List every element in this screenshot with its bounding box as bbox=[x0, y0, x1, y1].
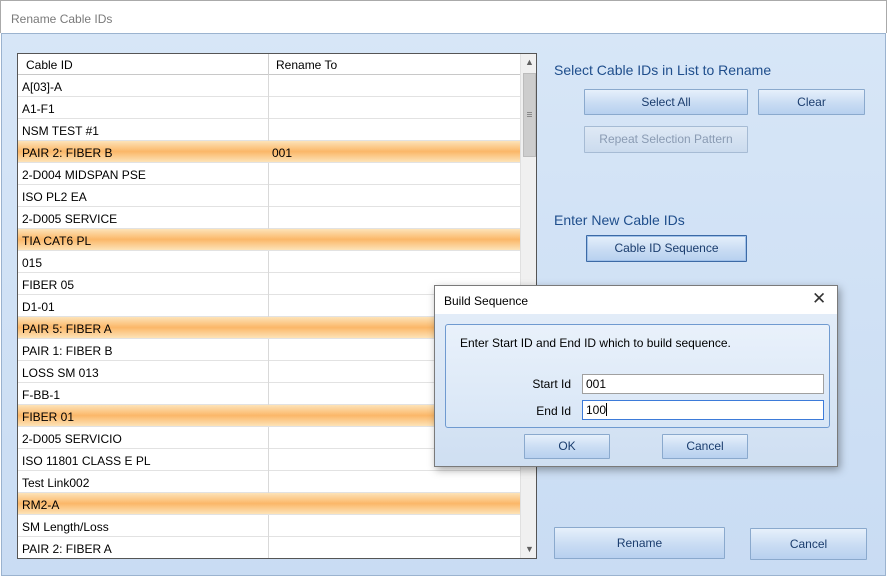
cell-divider bbox=[268, 383, 269, 405]
scroll-down-arrow-icon[interactable]: ▼ bbox=[521, 541, 536, 558]
enter-new-ids-label: Enter New Cable IDs bbox=[554, 212, 685, 228]
scroll-thumb[interactable] bbox=[523, 73, 536, 157]
cell-divider bbox=[268, 251, 269, 273]
cable-id-cell[interactable]: A[03]-A bbox=[22, 80, 62, 94]
cable-id-cell[interactable]: 2-D005 SERVICIO bbox=[22, 432, 122, 446]
cable-id-cell[interactable]: PAIR 2: FIBER B bbox=[22, 146, 112, 160]
table-row[interactable]: PAIR 2: FIBER A bbox=[18, 537, 520, 558]
cable-id-cell[interactable]: SM Length/Loss bbox=[22, 520, 109, 534]
dialog-titlebar: Build Sequence ✕ bbox=[435, 286, 837, 314]
cable-id-cell[interactable]: Test Link002 bbox=[22, 476, 89, 490]
cable-id-cell[interactable]: NSM TEST #1 bbox=[22, 124, 99, 138]
cell-divider bbox=[268, 427, 269, 449]
repeat-selection-pattern-button[interactable]: Repeat Selection Pattern bbox=[584, 126, 748, 153]
clear-button[interactable]: Clear bbox=[758, 89, 865, 115]
table-row[interactable]: TIA CAT6 PL bbox=[18, 229, 520, 251]
window-title: Rename Cable IDs bbox=[11, 12, 113, 26]
cell-divider bbox=[268, 97, 269, 119]
cell-divider bbox=[268, 75, 269, 97]
column-header-cable-id[interactable]: Cable ID bbox=[26, 58, 73, 72]
dialog-cancel-button[interactable]: Cancel bbox=[662, 434, 748, 459]
cable-id-cell[interactable]: ISO 11801 CLASS E PL bbox=[22, 454, 151, 468]
sequence-input-panel: Enter Start ID and End ID which to build… bbox=[445, 324, 830, 428]
text-caret bbox=[606, 403, 608, 416]
window-titlebar: Rename Cable IDs bbox=[0, 0, 887, 33]
cable-id-cell[interactable]: PAIR 5: FIBER A bbox=[22, 322, 112, 336]
select-ids-label: Select Cable IDs in List to Rename bbox=[554, 62, 772, 78]
cell-divider bbox=[268, 295, 269, 317]
end-id-input[interactable]: 100 bbox=[582, 400, 824, 420]
cable-id-cell[interactable]: TIA CAT6 PL bbox=[22, 234, 91, 248]
cable-id-cell[interactable]: 2-D005 SERVICE bbox=[22, 212, 117, 226]
cable-id-cell[interactable]: RM2-A bbox=[22, 498, 59, 512]
scroll-up-arrow-icon[interactable]: ▲ bbox=[521, 54, 536, 71]
start-id-value: 001 bbox=[586, 377, 607, 391]
grip-line bbox=[527, 116, 532, 117]
table-row[interactable]: A[03]-A bbox=[18, 75, 520, 97]
table-row[interactable]: ISO PL2 EA bbox=[18, 185, 520, 207]
dialog-title: Build Sequence bbox=[444, 294, 529, 308]
rename-button[interactable]: Rename bbox=[554, 527, 725, 559]
table-row[interactable]: A1-F1 bbox=[18, 97, 520, 119]
dialog-body: Enter Start ID and End ID which to build… bbox=[435, 314, 837, 466]
cell-divider bbox=[268, 515, 269, 537]
rename-to-cell[interactable]: 001 bbox=[272, 146, 292, 160]
cable-id-cell[interactable]: F-BB-1 bbox=[22, 388, 60, 402]
build-sequence-dialog: Build Sequence ✕ Enter Start ID and End … bbox=[434, 285, 838, 467]
table-row[interactable]: RM2-A bbox=[18, 493, 520, 515]
cable-id-cell[interactable]: FIBER 01 bbox=[22, 410, 74, 424]
table-row[interactable]: 015 bbox=[18, 251, 520, 273]
select-all-button[interactable]: Select All bbox=[584, 89, 748, 115]
cell-divider bbox=[268, 339, 269, 361]
end-id-value: 100 bbox=[586, 403, 607, 417]
cancel-button[interactable]: Cancel bbox=[750, 528, 867, 560]
cell-divider bbox=[268, 119, 269, 141]
cell-divider bbox=[268, 185, 269, 207]
cell-divider bbox=[268, 449, 269, 471]
cell-divider bbox=[268, 537, 269, 558]
dialog-instructions: Enter Start ID and End ID which to build… bbox=[460, 336, 731, 350]
table-row[interactable]: SM Length/Loss bbox=[18, 515, 520, 537]
table-row[interactable]: 2-D004 MIDSPAN PSE bbox=[18, 163, 520, 185]
cable-id-cell[interactable]: ISO PL2 EA bbox=[22, 190, 87, 204]
cell-divider bbox=[268, 163, 269, 185]
table-row[interactable]: PAIR 2: FIBER B 001 bbox=[18, 141, 520, 163]
cable-id-cell[interactable]: A1-F1 bbox=[22, 102, 55, 116]
cable-id-cell[interactable]: 015 bbox=[22, 256, 42, 270]
cable-id-cell[interactable]: PAIR 2: FIBER A bbox=[22, 542, 112, 556]
table-row[interactable]: NSM TEST #1 bbox=[18, 119, 520, 141]
column-divider[interactable] bbox=[268, 54, 269, 75]
cable-id-cell[interactable]: LOSS SM 013 bbox=[22, 366, 99, 380]
grip-line bbox=[527, 112, 532, 113]
cable-id-cell[interactable]: D1-01 bbox=[22, 300, 55, 314]
cable-id-cell[interactable]: FIBER 05 bbox=[22, 278, 74, 292]
cable-id-sequence-button[interactable]: Cable ID Sequence bbox=[586, 235, 747, 262]
cell-divider bbox=[268, 273, 269, 295]
cable-id-cell[interactable]: 2-D004 MIDSPAN PSE bbox=[22, 168, 146, 182]
grid-header: Cable ID Rename To bbox=[18, 54, 520, 75]
ok-button[interactable]: OK bbox=[524, 434, 610, 459]
cell-divider bbox=[268, 207, 269, 229]
start-id-input[interactable]: 001 bbox=[582, 374, 824, 394]
grip-line bbox=[527, 114, 532, 115]
column-header-rename-to[interactable]: Rename To bbox=[276, 58, 337, 72]
table-row[interactable]: Test Link002 bbox=[18, 471, 520, 493]
table-row[interactable]: 2-D005 SERVICE bbox=[18, 207, 520, 229]
start-id-label: Start Id bbox=[532, 377, 571, 391]
cell-divider bbox=[268, 361, 269, 383]
cell-divider bbox=[268, 471, 269, 493]
cable-id-cell[interactable]: PAIR 1: FIBER B bbox=[22, 344, 112, 358]
end-id-label: End Id bbox=[536, 404, 571, 418]
close-icon[interactable]: ✕ bbox=[812, 290, 826, 308]
